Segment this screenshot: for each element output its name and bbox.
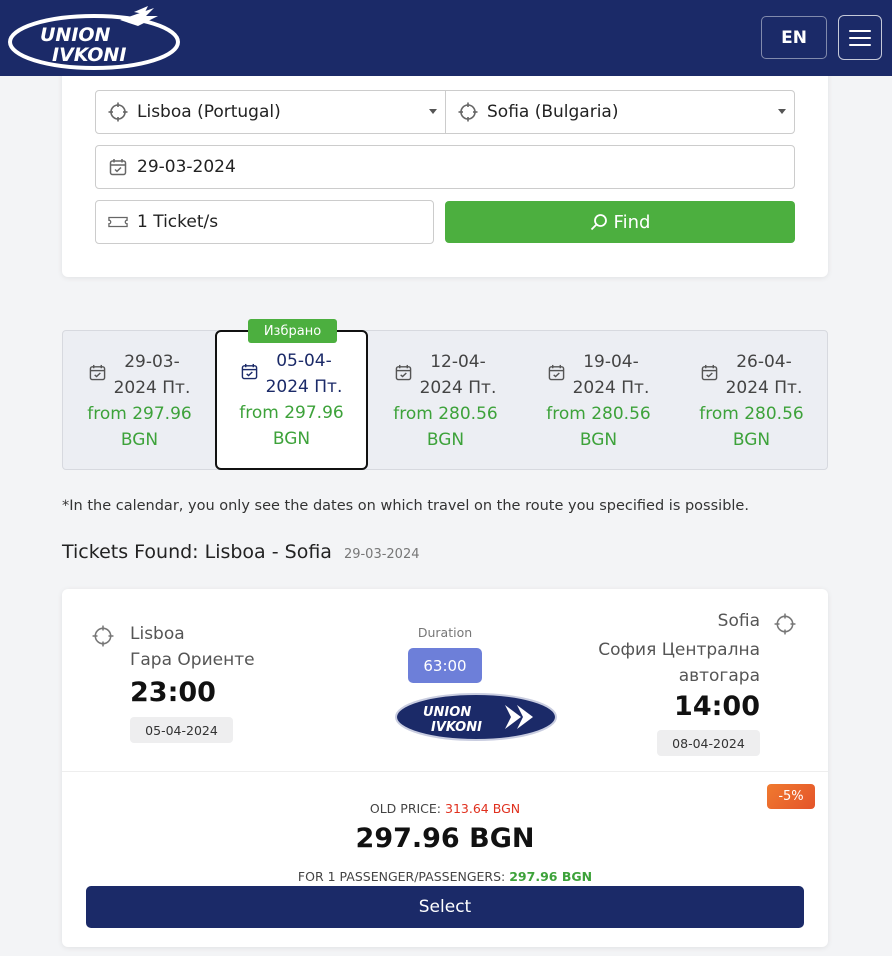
find-label: Find [613, 211, 651, 233]
ticket-card: Lisboa Гара Ориенте 23:00 05-04-2024 Dur… [62, 589, 828, 947]
location-target-icon [108, 102, 128, 122]
search-icon [590, 214, 607, 231]
date-option-price: from 297.96 [239, 403, 344, 423]
date-option[interactable]: 29-03- 2024 Пт. from 297.96 BGN [63, 331, 216, 471]
departure-station: Гара Ориенте [130, 650, 255, 670]
svg-text:UNION: UNION [40, 24, 111, 46]
date-option-date: 19-04- [583, 352, 639, 372]
divider [62, 771, 828, 772]
svg-text:UNION: UNION [423, 705, 471, 720]
arrival-time: 14:00 [674, 691, 760, 722]
old-price: OLD PRICE: 313.64 BGN [62, 801, 828, 816]
from-value: Lisboa (Portugal) [137, 102, 281, 122]
location-target-icon [774, 613, 796, 635]
calendar-icon [89, 364, 105, 381]
date-option-currency: BGN [426, 430, 465, 450]
date-option-date: 05-04- [276, 351, 332, 371]
date-option-currency: BGN [272, 429, 311, 449]
departure-city: Lisboa [130, 624, 185, 644]
passenger-price-label: FOR 1 PASSENGER/PASSENGERS: [297, 869, 506, 884]
carrier-logo: UNION IVKONI [395, 693, 557, 741]
calendar-icon [108, 157, 128, 177]
menu-bar [849, 36, 871, 39]
date-field[interactable]: 29-03-2024 [95, 145, 795, 189]
to-select[interactable]: Sofia (Bulgaria) [445, 90, 795, 134]
date-option[interactable]: 12-04- 2024 Пт. from 280.56 BGN [369, 331, 522, 471]
results-title-text: Tickets Found: Lisboa - Sofia [62, 541, 332, 563]
date-option-day: 2024 Пт. [419, 378, 497, 398]
arrival-date: 08-04-2024 [657, 730, 760, 756]
calendar-note: *In the calendar, you only see the dates… [62, 498, 749, 514]
calendar-icon [395, 364, 411, 381]
chevron-down-icon [778, 109, 786, 114]
svg-text:IVKONI: IVKONI [431, 720, 482, 735]
tickets-field[interactable]: 1 Ticket/s [95, 200, 434, 244]
calendar-icon [241, 363, 257, 380]
location-target-icon [458, 102, 478, 122]
results-date: 29-03-2024 [343, 547, 420, 562]
selected-badge: Избрано [248, 319, 337, 343]
results-title: Tickets Found: Lisboa - Sofia 29-03-2024 [62, 541, 420, 563]
date-option-price: from 280.56 [546, 404, 651, 424]
departure-time: 23:00 [130, 677, 216, 708]
top-header: UNION IVKONI EN [0, 0, 892, 76]
hamburger-menu-button[interactable] [838, 15, 882, 60]
calendar-icon [548, 364, 564, 381]
departure-date: 05-04-2024 [130, 717, 233, 743]
menu-bar [849, 29, 871, 32]
date-option-date: 29-03- [124, 352, 180, 372]
date-options-strip: 29-03- 2024 Пт. from 297.96 BGN 05-04- 202… [62, 330, 828, 470]
language-button[interactable]: EN [761, 16, 827, 59]
find-button[interactable]: Find [445, 201, 795, 243]
from-select[interactable]: Lisboa (Portugal) [95, 90, 446, 134]
date-option-date: 12-04- [430, 352, 486, 372]
location-target-icon [92, 625, 114, 647]
date-option-day: 2024 Пт. [113, 378, 191, 398]
date-option-currency: BGN [579, 430, 618, 450]
date-option-currency: BGN [732, 430, 771, 450]
old-price-value: 313.64 BGN [445, 801, 521, 816]
date-option-day: 2024 Пт. [572, 378, 650, 398]
date-option-selected[interactable]: 05-04- 2024 Пт. from 297.96 BGN [215, 330, 368, 470]
date-option-currency: BGN [120, 430, 159, 450]
passenger-price-value: 297.96 BGN [509, 869, 593, 884]
menu-bar [849, 43, 871, 46]
ticket-price: 297.96 BGN [355, 823, 535, 854]
arrival-station: София Централна автогара [598, 640, 760, 686]
passenger-price: FOR 1 PASSENGER/PASSENGERS: 297.96 BGN [62, 869, 828, 884]
calendar-icon [701, 364, 717, 381]
to-value: Sofia (Bulgaria) [487, 102, 619, 122]
ticket-icon [108, 212, 128, 232]
date-option-price: from 280.56 [699, 404, 804, 424]
union-ivkoni-logo[interactable]: UNION IVKONI [8, 4, 184, 70]
chevron-down-icon [429, 109, 437, 114]
tickets-value: 1 Ticket/s [137, 212, 219, 232]
date-option-price: from 280.56 [393, 404, 498, 424]
date-option-day: 2024 Пт. [725, 378, 803, 398]
duration-label: Duration [417, 625, 473, 640]
date-option-price: from 297.96 [87, 404, 192, 424]
svg-text:IVKONI: IVKONI [52, 44, 126, 66]
date-option-day: 2024 Пт. [265, 377, 343, 397]
date-value: 29-03-2024 [137, 157, 236, 177]
duration-badge: 63:00 [408, 648, 482, 683]
arrival-city: Sofia [717, 611, 760, 631]
select-button[interactable]: Select [86, 886, 804, 928]
old-price-label: OLD PRICE: [369, 801, 442, 816]
date-option[interactable]: 19-04- 2024 Пт. from 280.56 BGN [522, 331, 675, 471]
date-option[interactable]: 26-04- 2024 Пт. from 280.56 BGN [675, 331, 828, 471]
date-option-date: 26-04- [736, 352, 792, 372]
